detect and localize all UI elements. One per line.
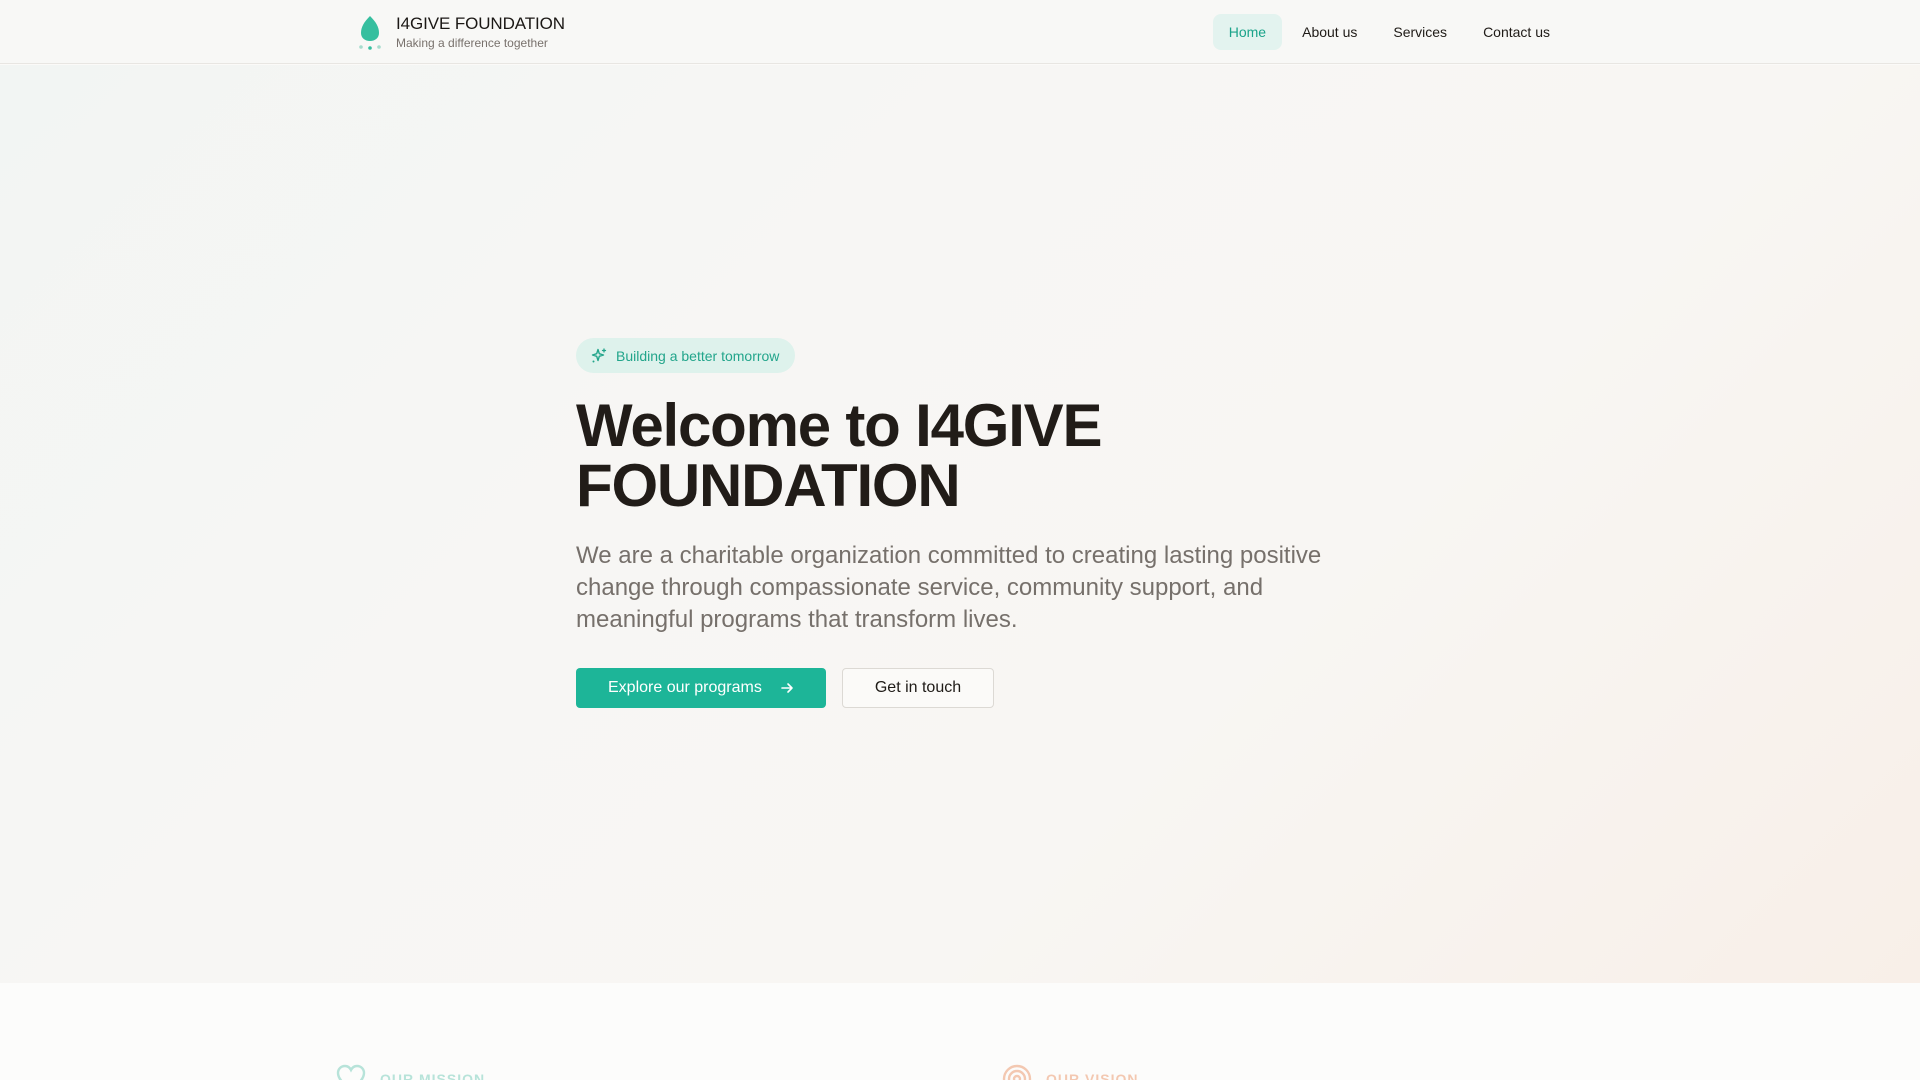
- brand-tagline: Making a difference together: [396, 36, 548, 50]
- brand[interactable]: I4GIVE FOUNDATION Making a difference to…: [354, 12, 565, 52]
- mission-vision-section: [0, 983, 1920, 1080]
- explore-programs-button[interactable]: Explore our programs: [576, 668, 826, 708]
- vision-label: OUR VISION: [1046, 1071, 1139, 1080]
- hero-actions: Explore our programs Get in touch: [576, 668, 1356, 708]
- hero-description: We are a charitable organization committ…: [576, 542, 1322, 633]
- vision-heading: OUR VISION: [1002, 1064, 1138, 1080]
- explore-programs-label: Explore our programs: [608, 679, 762, 696]
- mission-heading: OUR MISSION: [336, 1064, 485, 1080]
- heart-icon: [336, 1064, 366, 1080]
- hero-content: Building a better tomorrow Welcome to I4…: [576, 338, 1356, 708]
- get-in-touch-button[interactable]: Get in touch: [841, 668, 995, 708]
- target-icon: [1002, 1064, 1032, 1080]
- brand-title: I4GIVE FOUNDATION: [396, 14, 565, 33]
- mission-label: OUR MISSION: [380, 1071, 486, 1080]
- arrow-right-icon: [780, 681, 794, 695]
- main-nav: Home About us Services Contact us: [1212, 14, 1566, 50]
- hero-badge: Building a better tomorrow: [576, 338, 796, 373]
- hero-section: Building a better tomorrow Welcome to I4…: [0, 65, 1920, 983]
- nav-contact-us[interactable]: Contact us: [1467, 14, 1566, 50]
- nav-about-us[interactable]: About us: [1286, 14, 1373, 50]
- nav-services[interactable]: Services: [1377, 14, 1463, 50]
- leaf-drop-icon: [354, 12, 386, 52]
- get-in-touch-label: Get in touch: [874, 679, 962, 696]
- hero-badge-label: Building a better tomorrow: [616, 347, 780, 364]
- hero-title: Welcome to I4GIVE FOUNDATION: [576, 392, 1103, 519]
- nav-home[interactable]: Home: [1212, 14, 1283, 50]
- site-header: I4GIVE FOUNDATION Making a difference to…: [0, 0, 1920, 64]
- sparkle-icon: [591, 347, 607, 364]
